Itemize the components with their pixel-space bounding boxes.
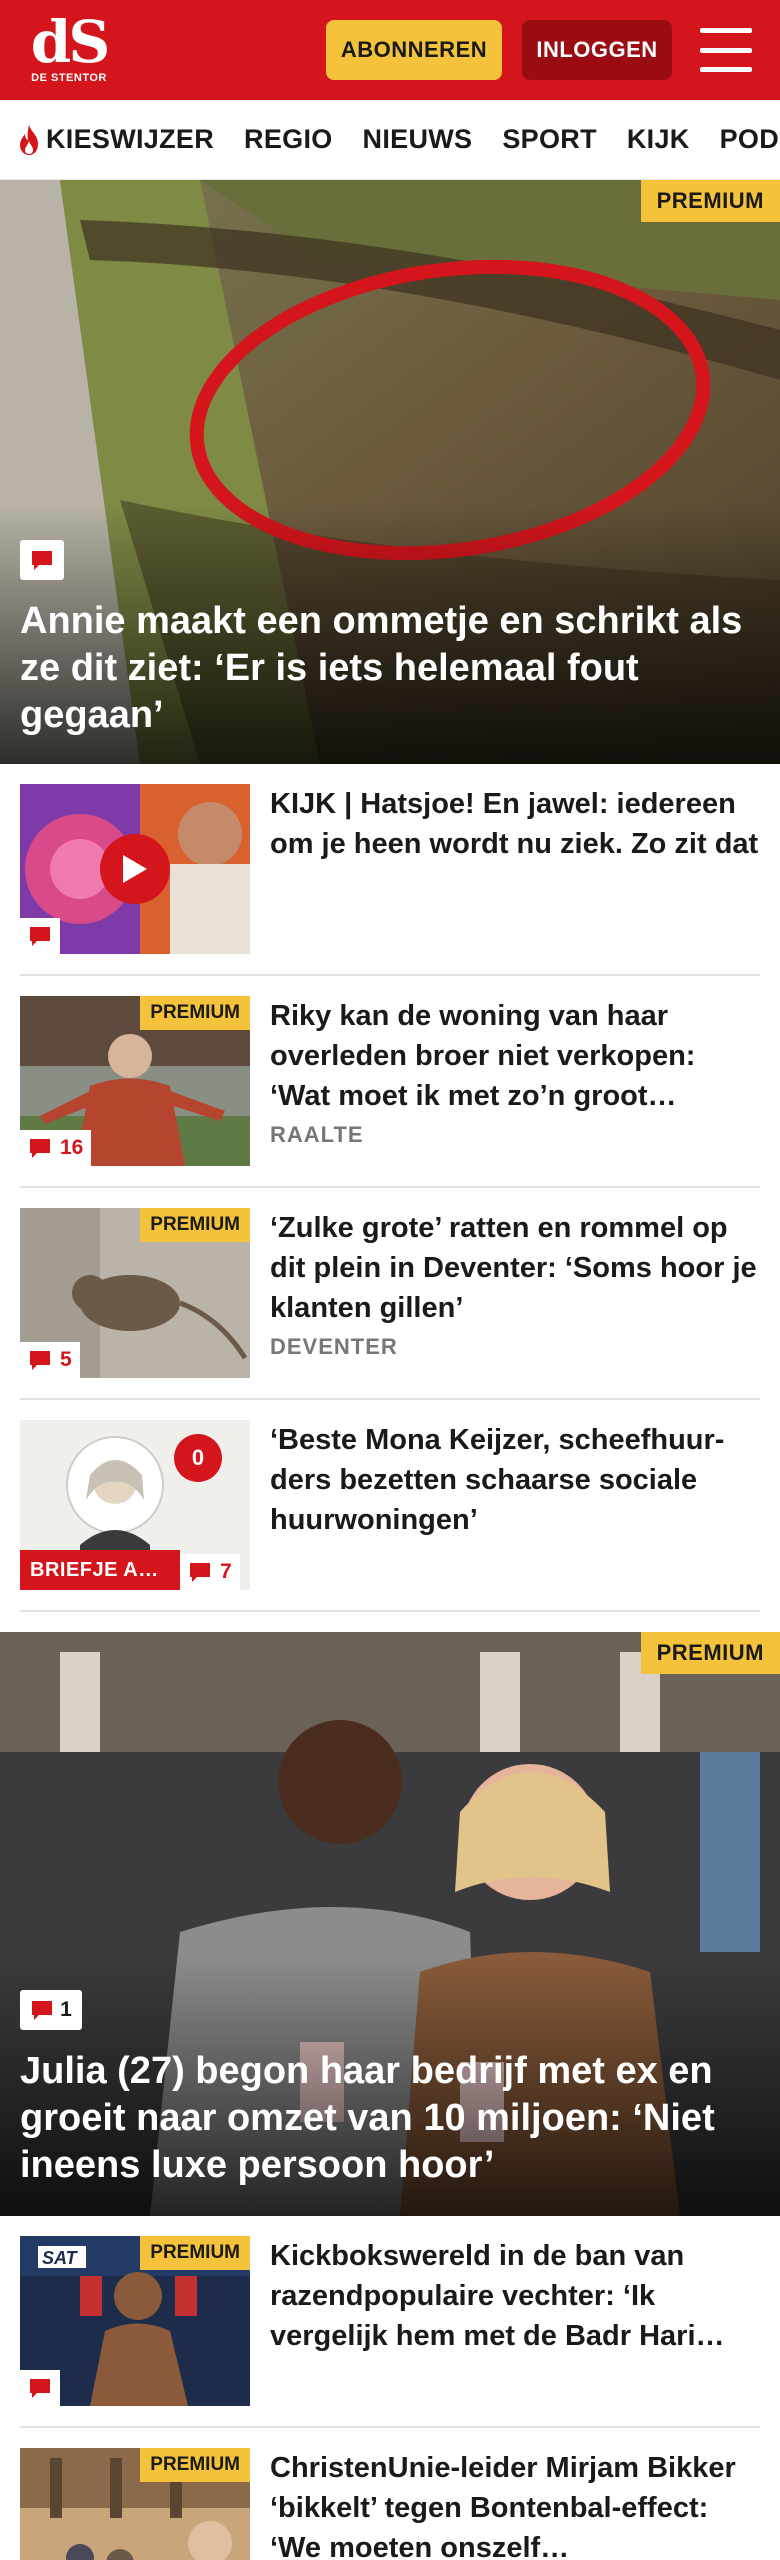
- premium-badge: PREMIUM: [140, 996, 250, 1030]
- article-title[interactable]: ‘Beste Mona Keijzer, scheefhuur-ders bez…: [270, 1420, 760, 1540]
- article-thumbnail: PREMIUM 16: [20, 996, 250, 1166]
- article-title[interactable]: Riky kan de woning van haar overleden br…: [270, 996, 760, 1116]
- list-item[interactable]: 0 BRIEFJE A… 7 ‘Beste Mona Keijzer, sche…: [20, 1400, 760, 1612]
- premium-badge: PREMIUM: [640, 1632, 780, 1674]
- flame-icon: [20, 124, 38, 155]
- article-title[interactable]: ChristenUnie-leider Mirjam Bikker ‘bikke…: [270, 2448, 760, 2560]
- article-title[interactable]: KIJK | Hatsjoe! En jawel: iedereen om je…: [270, 784, 760, 864]
- list-item[interactable]: SAT PREMIUM Kickbokswereld in de ban van…: [20, 2216, 760, 2428]
- comment-indicator: 7: [180, 1554, 240, 1590]
- list-item[interactable]: KIJK | Hatsjoe! En jawel: iedereen om je…: [20, 764, 760, 976]
- article-title[interactable]: ‘Zulke grote’ ratten en rommel op dit pl…: [270, 1208, 760, 1328]
- site-header: dS DE STENTOR ABONNEREN INLOGGEN: [0, 0, 780, 100]
- hero-title[interactable]: Julia (27) begon haar bedrijf met ex en …: [20, 2048, 756, 2189]
- notification-badge: 0: [174, 1434, 222, 1482]
- article-location: DEVENTER: [270, 1334, 398, 1359]
- comment-count: 1: [60, 1998, 72, 2021]
- nav-item-podcast[interactable]: PODCAST: [720, 124, 780, 155]
- comment-icon: [30, 927, 50, 946]
- comment-indicator: 1: [20, 1990, 82, 2030]
- hero-title[interactable]: Annie maakt een ommetje en schrikt als z…: [20, 598, 756, 739]
- category-label[interactable]: BRIEFJE A…: [20, 1550, 180, 1590]
- comment-indicator: [20, 2370, 60, 2406]
- article-list: KIJK | Hatsjoe! En jawel: iedereen om je…: [0, 764, 780, 1612]
- hero-article[interactable]: PREMIUM Annie maakt een ommetje en schri…: [0, 180, 780, 764]
- comment-icon: [30, 2379, 50, 2398]
- article-thumbnail: PREMIUM: [20, 2448, 250, 2560]
- login-button[interactable]: INLOGGEN: [522, 20, 672, 80]
- comment-icon: [30, 1351, 50, 1370]
- thumbnail-text: SAT: [42, 2248, 77, 2268]
- comment-indicator: 16: [20, 1130, 92, 1166]
- section-nav: KIESWIJZER REGIO NIEUWS SPORT KIJK PODCA…: [0, 100, 780, 180]
- nav-item-sport[interactable]: SPORT: [502, 124, 597, 155]
- list-item[interactable]: PREMIUM 16 Riky kan de woning van haar o…: [20, 976, 760, 1188]
- hero-article[interactable]: PREMIUM 1 Julia (27) begon haar bedrijf …: [0, 1632, 780, 2216]
- comment-icon: [30, 1139, 50, 1158]
- site-logo[interactable]: dS DE STENTOR: [24, 10, 114, 90]
- nav-item-regio[interactable]: REGIO: [244, 124, 333, 155]
- list-item[interactable]: PREMIUM ChristenUnie-leider Mirjam Bikke…: [20, 2428, 760, 2560]
- premium-badge: PREMIUM: [140, 2236, 250, 2270]
- logo-name: DE STENTOR: [31, 72, 107, 84]
- nav-item-nieuws[interactable]: NIEUWS: [363, 124, 473, 155]
- comment-icon: [32, 2001, 53, 2020]
- list-item[interactable]: PREMIUM 5 ‘Zulke grote’ ratten en rommel…: [20, 1188, 760, 1400]
- article-title[interactable]: Kickbokswereld in de ban van razendpopul…: [270, 2236, 760, 2356]
- play-icon[interactable]: [100, 834, 170, 904]
- premium-badge: PREMIUM: [140, 2448, 250, 2482]
- menu-icon[interactable]: [700, 28, 752, 72]
- article-thumbnail: [20, 784, 250, 954]
- article-location: RAALTE: [270, 1122, 364, 1147]
- nav-item-kijk[interactable]: KIJK: [627, 124, 690, 155]
- nav-item-kieswijzer[interactable]: KIESWIJZER: [16, 124, 214, 156]
- comment-icon: [32, 551, 52, 570]
- premium-badge: PREMIUM: [140, 1208, 250, 1242]
- comment-count: 5: [60, 1348, 72, 1371]
- article-thumbnail: PREMIUM 5: [20, 1208, 250, 1378]
- comment-icon: [190, 1563, 210, 1582]
- comment-indicator: [20, 540, 64, 580]
- logo-mark: dS: [30, 8, 110, 76]
- premium-badge: PREMIUM: [640, 180, 780, 222]
- nav-item-label: KIESWIJZER: [46, 124, 215, 154]
- comment-count: 16: [60, 1136, 84, 1159]
- comment-indicator: [20, 918, 60, 954]
- comment-indicator: 5: [20, 1342, 80, 1378]
- article-thumbnail: 0 BRIEFJE A… 7: [20, 1420, 250, 1590]
- article-list: SAT PREMIUM Kickbokswereld in de ban van…: [0, 2216, 780, 2560]
- article-thumbnail: SAT PREMIUM: [20, 2236, 250, 2406]
- subscribe-button[interactable]: ABONNEREN: [326, 20, 502, 80]
- comment-count: 7: [220, 1560, 232, 1583]
